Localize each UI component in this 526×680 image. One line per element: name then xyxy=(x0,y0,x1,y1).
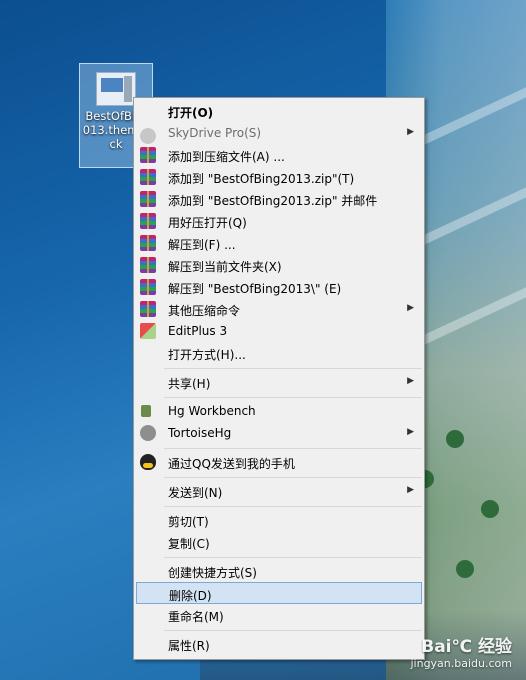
menu-separator xyxy=(164,557,422,558)
menu-item-copy[interactable]: 复制(C) xyxy=(136,531,422,553)
menu-item-cut[interactable]: 剪切(T) xyxy=(136,509,422,531)
winrar-icon xyxy=(140,147,156,163)
submenu-arrow-icon: ▶ xyxy=(407,485,414,495)
menu-item-delete[interactable]: 删除(D) xyxy=(136,582,422,604)
menu-item-extract-to[interactable]: 解压到(F) ... xyxy=(136,232,422,254)
menu-item-other-compress-commands[interactable]: 其他压缩命令 ▶ xyxy=(136,298,422,320)
winrar-icon xyxy=(140,191,156,207)
winrar-icon xyxy=(140,235,156,251)
winrar-icon xyxy=(140,279,156,295)
menu-item-share[interactable]: 共享(H) ▶ xyxy=(136,371,422,393)
menu-separator xyxy=(164,477,422,478)
menu-separator xyxy=(164,448,422,449)
menu-item-send-to[interactable]: 发送到(N) ▶ xyxy=(136,480,422,502)
menu-item-hg-workbench[interactable]: Hg Workbench xyxy=(136,400,422,422)
submenu-arrow-icon: ▶ xyxy=(407,376,414,386)
submenu-arrow-icon: ▶ xyxy=(407,427,414,437)
winrar-icon xyxy=(140,301,156,317)
menu-item-properties[interactable]: 属性(R) xyxy=(136,633,422,655)
context-menu: 打开(O) SkyDrive Pro(S) ▶ 添加到压缩文件(A) ... 添… xyxy=(133,97,425,660)
menu-separator xyxy=(164,630,422,631)
hg-workbench-icon xyxy=(141,405,151,417)
menu-separator xyxy=(164,506,422,507)
menu-item-open-with-haozip[interactable]: 用好压打开(Q) xyxy=(136,210,422,232)
qq-penguin-icon xyxy=(140,454,156,470)
menu-item-extract-to-folder[interactable]: 解压到 "BestOfBing2013\" (E) xyxy=(136,276,422,298)
menu-item-rename[interactable]: 重命名(M) xyxy=(136,604,422,626)
menu-item-extract-here[interactable]: 解压到当前文件夹(X) xyxy=(136,254,422,276)
submenu-arrow-icon: ▶ xyxy=(407,127,414,137)
menu-item-create-shortcut[interactable]: 创建快捷方式(S) xyxy=(136,560,422,582)
menu-item-tortoisehg[interactable]: TortoiseHg ▶ xyxy=(136,422,422,444)
tortoisehg-icon xyxy=(140,425,156,441)
winrar-icon xyxy=(140,213,156,229)
menu-item-skydrive-pro[interactable]: SkyDrive Pro(S) ▶ xyxy=(136,122,422,144)
winrar-icon xyxy=(140,169,156,185)
menu-item-open[interactable]: 打开(O) xyxy=(136,100,422,122)
menu-item-add-to-archive[interactable]: 添加到压缩文件(A) ... xyxy=(136,144,422,166)
cloud-icon xyxy=(140,128,156,144)
watermark-brand: Bai℃ 经验 xyxy=(421,637,512,657)
menu-item-add-to-zip-and-email[interactable]: 添加到 "BestOfBing2013.zip" 并邮件 xyxy=(136,188,422,210)
menu-item-add-to-zip[interactable]: 添加到 "BestOfBing2013.zip"(T) xyxy=(136,166,422,188)
themepack-file-icon xyxy=(96,72,136,106)
menu-item-open-with[interactable]: 打开方式(H)... xyxy=(136,342,422,364)
watermark-url: jingyan.baidu.com xyxy=(410,657,512,670)
winrar-icon xyxy=(140,257,156,273)
menu-separator xyxy=(164,368,422,369)
menu-item-editplus[interactable]: EditPlus 3 xyxy=(136,320,422,342)
editplus-icon xyxy=(140,323,156,339)
baidu-jingyan-watermark: Bai℃ 经验 jingyan.baidu.com xyxy=(410,632,512,670)
menu-separator xyxy=(164,397,422,398)
menu-item-send-via-qq[interactable]: 通过QQ发送到我的手机 xyxy=(136,451,422,473)
submenu-arrow-icon: ▶ xyxy=(407,303,414,313)
